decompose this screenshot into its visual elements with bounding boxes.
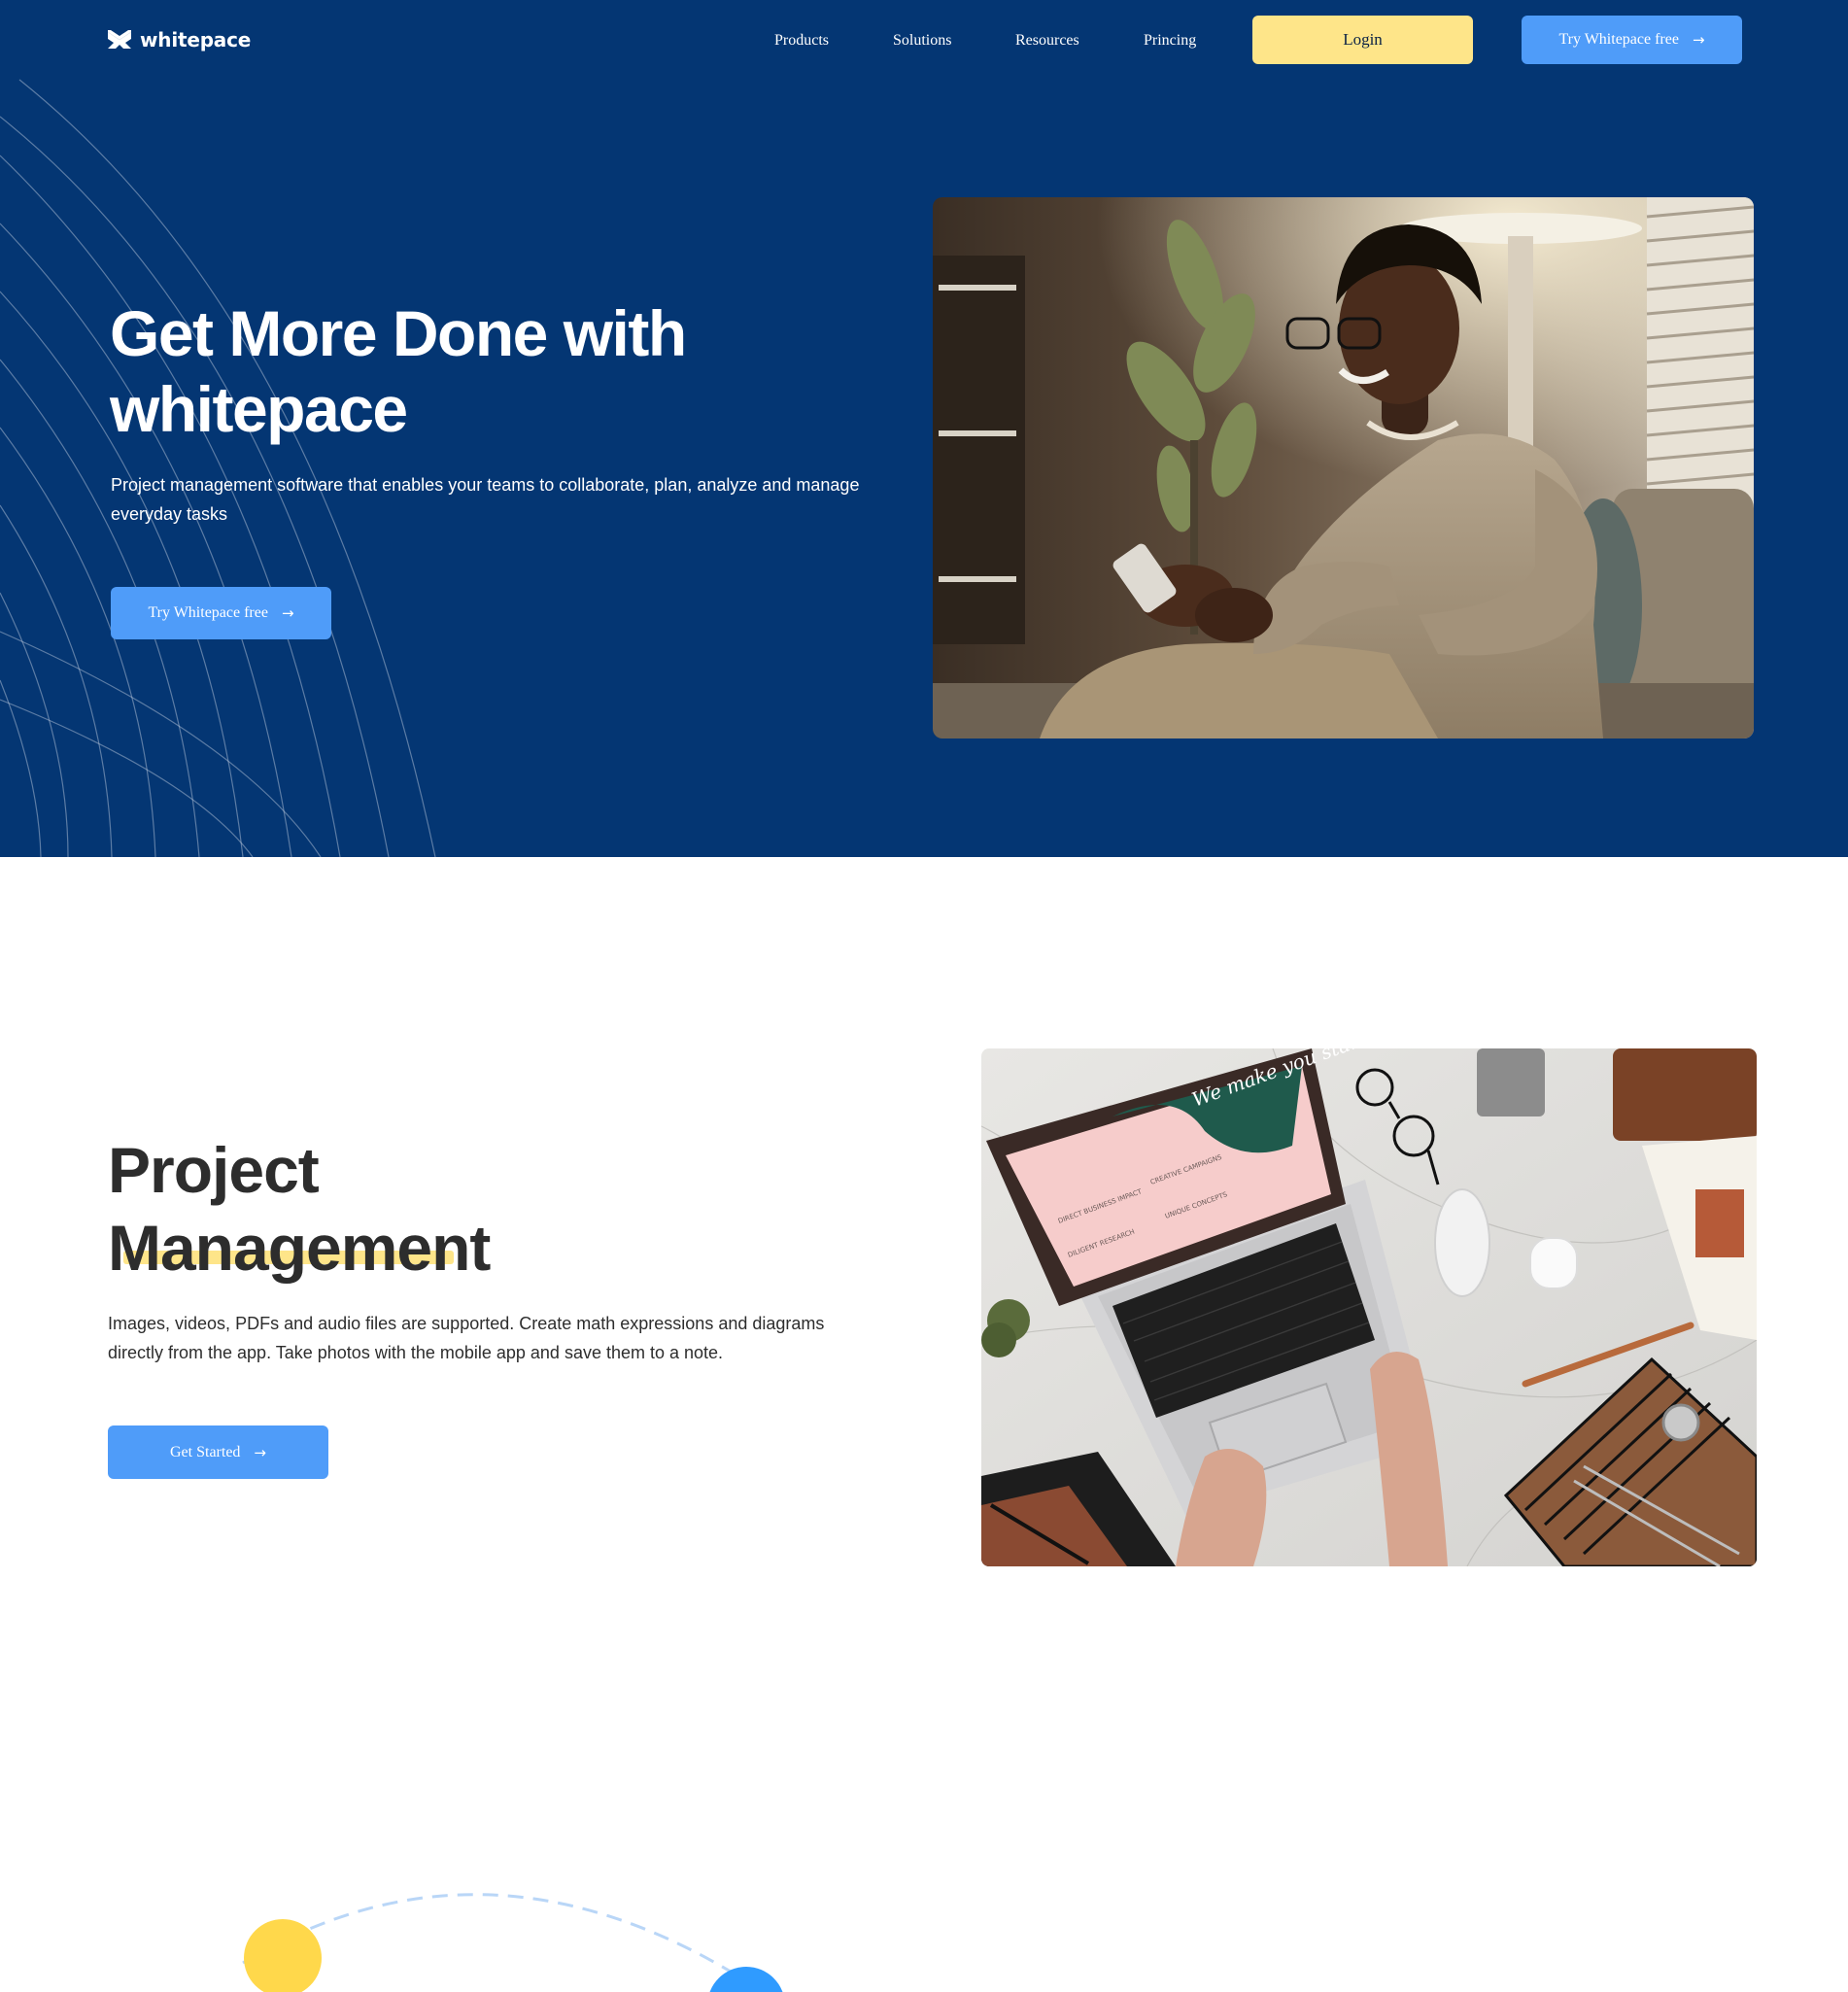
- desk-laptop-illustration: We make you stand out! DIRECT BUSINESS I…: [981, 1048, 1757, 1566]
- project-management-body: Images, videos, PDFs and audio files are…: [108, 1314, 825, 1362]
- top-navigation: whitepace Products Solutions Resources P…: [0, 0, 1848, 80]
- yellow-dot-icon: [244, 1919, 322, 1992]
- login-button[interactable]: Login: [1252, 16, 1473, 64]
- whitepace-logo-icon: [108, 30, 131, 49]
- try-free-nav-button[interactable]: Try Whitepace free →: [1522, 16, 1742, 64]
- arrow-right-icon: →: [254, 1443, 266, 1461]
- try-free-nav-label: Try Whitepace free: [1558, 31, 1679, 48]
- hero-section: whitepace Products Solutions Resources P…: [0, 0, 1848, 857]
- project-management-title: Project Management: [108, 1131, 788, 1287]
- decorative-orbit-illustration: [242, 1893, 783, 1992]
- brand-logo[interactable]: whitepace: [107, 28, 251, 52]
- hero-photo-man-with-phone: [933, 197, 1754, 738]
- get-started-button[interactable]: Get Started →: [108, 1425, 328, 1479]
- nav-link-pricing[interactable]: Princing: [1144, 31, 1196, 51]
- project-management-title-highlight: Management: [108, 1209, 491, 1287]
- arrow-right-icon: →: [281, 604, 294, 622]
- project-management-title-line2: Management: [108, 1212, 491, 1284]
- try-free-hero-button[interactable]: Try Whitepace free →: [111, 587, 331, 639]
- nav-link-resources[interactable]: Resources: [1015, 31, 1079, 51]
- project-management-title-line1: Project: [108, 1134, 320, 1206]
- hero-subtitle: Project management software that enables…: [111, 475, 860, 524]
- brand-name: whitepace: [140, 28, 252, 52]
- nav-link-solutions[interactable]: Solutions: [893, 31, 951, 51]
- hero-photo-illustration: [933, 197, 1754, 738]
- arrow-right-icon: →: [1692, 31, 1705, 49]
- desk-laptop-photo: We make you stand out! DIRECT BUSINESS I…: [981, 1048, 1757, 1566]
- login-button-label: Login: [1343, 30, 1383, 49]
- blue-dot-icon: [709, 1967, 783, 1992]
- get-started-label: Get Started: [170, 1443, 241, 1460]
- nav-link-products[interactable]: Products: [774, 31, 829, 51]
- try-free-hero-label: Try Whitepace free: [148, 604, 268, 621]
- hero-title: Get More Done with whitepace: [110, 297, 687, 445]
